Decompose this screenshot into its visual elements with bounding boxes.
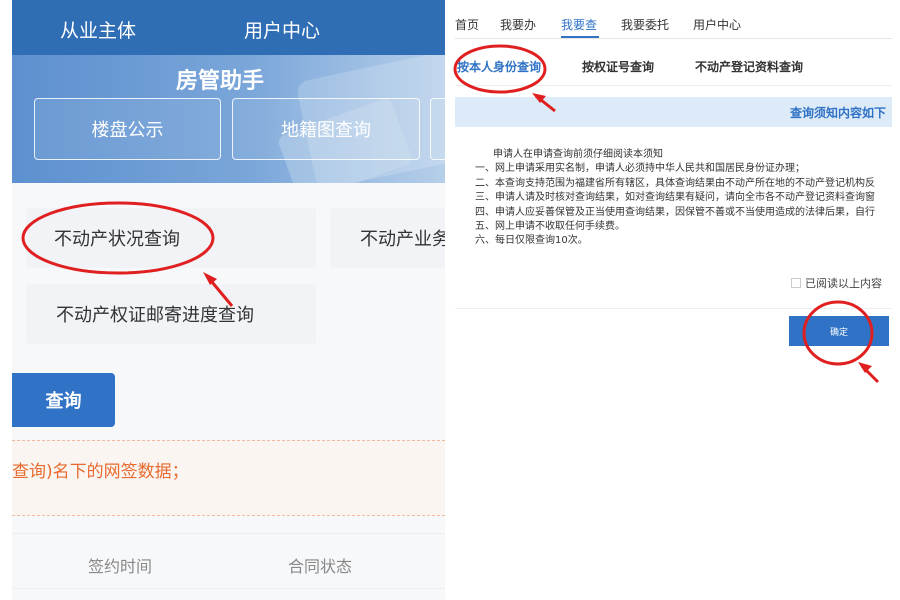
rules-intro: 申请人在申请查询前须仔细阅读本须知 [493, 149, 663, 160]
nav-home[interactable]: 首页 [455, 16, 479, 33]
tab-divider [455, 85, 892, 86]
rule-item: 四、申请人应妥善保管及正当使用查询结果，因保管不善或不当使用造成的法律后果，自行 [475, 206, 875, 218]
table-divider [12, 588, 445, 589]
tile-property-listing[interactable]: 楼盘公示 [34, 98, 221, 160]
confirm-button[interactable]: 确定 [789, 316, 889, 346]
rule-item: 五、网上申请不收取任何手续费。 [475, 221, 625, 233]
left-top-bar: 从业主体 用户中心 [12, 0, 445, 55]
section-divider [455, 308, 892, 309]
notice-header-label: 查询须知内容如下 [789, 105, 886, 120]
rule-item: 一、网上申请采用实名制，申请人必须持中华人民共和国居民身份证办理； [475, 163, 805, 175]
notice-header: 查询须知内容如下 [455, 97, 892, 127]
service-business[interactable]: 不动产业务 [330, 208, 445, 268]
tab-by-identity[interactable]: 按本人身份查询 [457, 58, 541, 75]
service-business-label: 不动产业务 [360, 229, 445, 250]
rule-item: 二、本查询支持范围为福建省所有辖区，具体查询结果由不动产所在地的不动产登记机构反 [475, 177, 875, 189]
agree-label: 已阅读以上内容 [805, 277, 882, 290]
nav-todo[interactable]: 我要办 [500, 16, 536, 33]
rule-item: 三、申请人请及时核对查询结果，如对查询结果有疑问，请向全市各不动产登记资料查询窗 [475, 192, 875, 204]
service-status-query[interactable]: 不动产状况查询 [26, 208, 316, 268]
agree-checkbox[interactable] [791, 278, 801, 288]
service-status-query-label: 不动产状况查询 [54, 229, 180, 250]
tile-cadastral-map[interactable]: 地籍图查询 [232, 98, 420, 160]
nav-user-center[interactable]: 用户中心 [244, 16, 320, 43]
query-button[interactable]: 查询 [12, 373, 115, 427]
rule-item: 六、每日仅限查询10次。 [475, 235, 588, 247]
tab-by-documents[interactable]: 不动产登记资料查询 [695, 58, 803, 75]
tab-by-cert-no[interactable]: 按权证号查询 [582, 58, 654, 75]
table-divider [12, 533, 445, 534]
rules-text: 申请人在申请查询前须仔细阅读本须知 一、网上申请采用实名制，申请人必须持中华人民… [475, 148, 892, 249]
nav-subject[interactable]: 从业主体 [60, 16, 136, 43]
column-header-sign-time: 签约时间 [88, 557, 153, 576]
service-mail-progress-label: 不动产权证邮寄进度查询 [56, 305, 254, 326]
banner: 房管助手 楼盘公示 地籍图查询 [12, 55, 445, 183]
tile-partial[interactable] [430, 98, 445, 160]
notice-text: 查询)名下的网签数据； [12, 462, 189, 482]
column-header-contract-status: 合同状态 [288, 557, 353, 576]
notice-band: 查询)名下的网签数据； [12, 440, 445, 516]
nav-entrust[interactable]: 我要委托 [621, 16, 669, 33]
left-screenshot: 从业主体 用户中心 房管助手 楼盘公示 地籍图查询 不动产状况查询 不动产业务 … [12, 0, 445, 600]
nav-query[interactable]: 我要查 [561, 16, 597, 33]
banner-title: 房管助手 [176, 69, 265, 94]
nav-divider [455, 38, 892, 39]
nav-user-center[interactable]: 用户中心 [693, 16, 741, 33]
right-screenshot: 首页 我要办 我要查 我要委托 用户中心 按本人身份查询 按权证号查询 不动产登… [455, 0, 892, 600]
agree-checkbox-row[interactable]: 已阅读以上内容 [791, 275, 882, 291]
service-mail-progress[interactable]: 不动产权证邮寄进度查询 [26, 284, 316, 344]
